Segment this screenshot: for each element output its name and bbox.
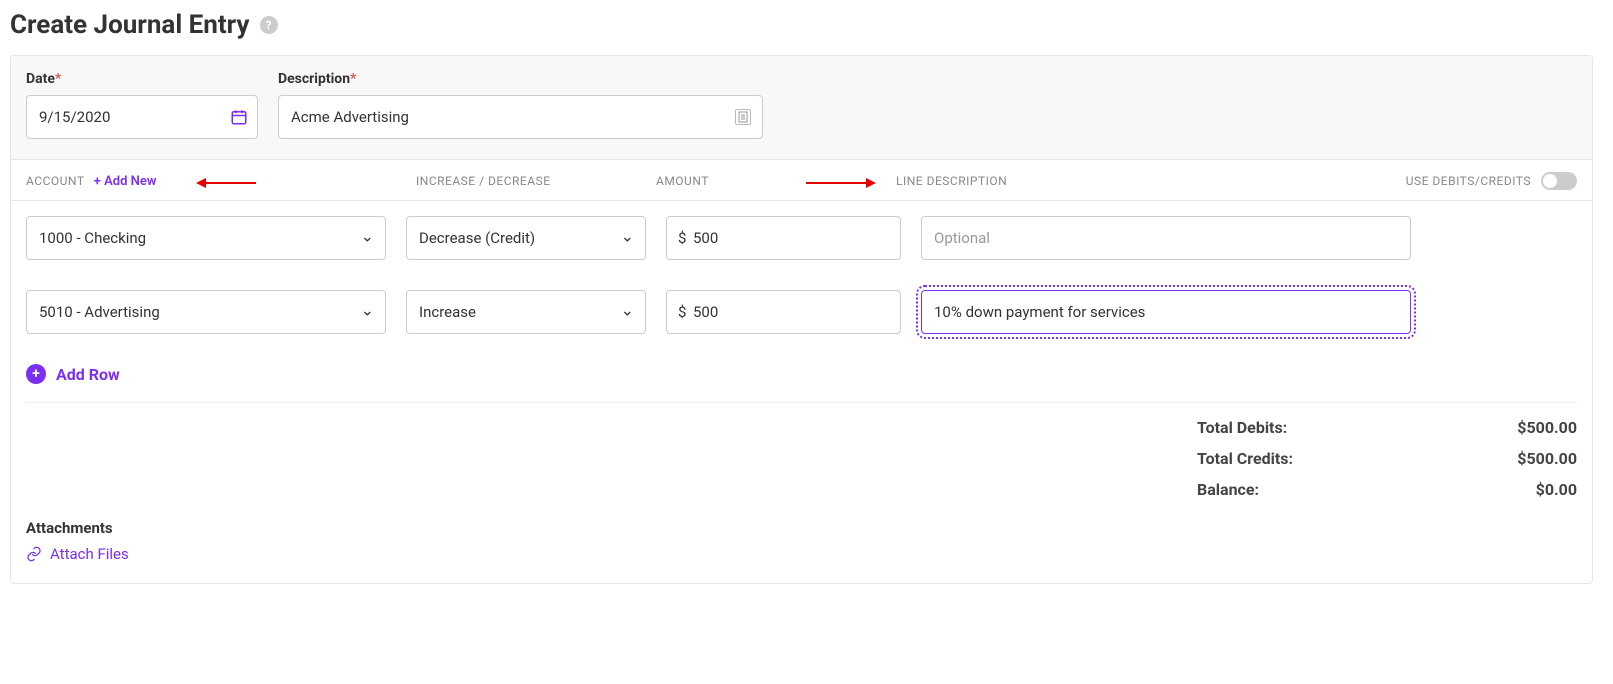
- incdec-header: INCREASE / DECREASE: [416, 174, 656, 188]
- account-select[interactable]: [26, 290, 386, 334]
- header-section: Date* Description*: [11, 56, 1592, 160]
- link-icon: [26, 546, 42, 562]
- dollar-icon: $: [678, 229, 686, 247]
- column-headers: ACCOUNT + Add New INCREASE / DECREASE AM…: [11, 160, 1592, 201]
- description-input-wrap: [278, 95, 763, 139]
- dollar-icon: $: [678, 303, 686, 321]
- debits-credits-toggle-wrap: USE DEBITS/CREDITS: [1357, 172, 1577, 190]
- annotation-arrow-icon: [196, 176, 256, 190]
- incdec-select[interactable]: [406, 290, 646, 334]
- account-select[interactable]: [26, 216, 386, 260]
- journal-card: Date* Description* ACCOUNT: [10, 55, 1593, 584]
- date-label: Date*: [26, 71, 258, 87]
- table-row: $: [26, 290, 1577, 334]
- entry-rows: $ $: [11, 201, 1592, 334]
- add-row-button[interactable]: + Add Row: [26, 364, 1577, 403]
- attachments-section: Attachments Attach Files: [11, 519, 1592, 583]
- account-header-text: ACCOUNT: [26, 174, 84, 188]
- linedesc-header-text: LINE DESCRIPTION: [896, 174, 1007, 188]
- balance-label: Balance:: [1197, 480, 1259, 499]
- page-title: Create Journal Entry ?: [10, 10, 1593, 40]
- debits-credits-label: USE DEBITS/CREDITS: [1406, 174, 1531, 188]
- balance-value: $0.00: [1536, 480, 1577, 499]
- help-icon[interactable]: ?: [260, 16, 278, 34]
- description-field-group: Description*: [278, 71, 763, 139]
- incdec-select-wrap: [406, 216, 646, 260]
- description-input[interactable]: [278, 95, 763, 139]
- attach-files-label: Attach Files: [50, 545, 129, 563]
- total-debits-row: Total Debits: $500.00: [1197, 418, 1577, 437]
- attach-files-link[interactable]: Attach Files: [26, 545, 1577, 563]
- note-icon: [735, 109, 751, 125]
- incdec-select-wrap: [406, 290, 646, 334]
- debits-credits-toggle[interactable]: [1541, 172, 1577, 190]
- date-label-text: Date: [26, 71, 55, 87]
- date-input-wrap: [26, 95, 258, 139]
- total-debits-value: $500.00: [1517, 418, 1577, 437]
- calendar-icon[interactable]: [230, 108, 248, 126]
- total-debits-label: Total Debits:: [1197, 418, 1287, 437]
- total-credits-value: $500.00: [1517, 449, 1577, 468]
- description-label-text: Description: [278, 71, 350, 87]
- date-input[interactable]: [26, 95, 258, 139]
- incdec-select[interactable]: [406, 216, 646, 260]
- account-select-wrap: [26, 216, 386, 260]
- required-marker: *: [55, 71, 61, 87]
- amount-input-wrap: $: [666, 290, 901, 334]
- totals-section: Total Debits: $500.00 Total Credits: $50…: [11, 418, 1592, 519]
- description-label: Description*: [278, 71, 763, 87]
- total-credits-label: Total Credits:: [1197, 449, 1293, 468]
- linedesc-header: LINE DESCRIPTION: [896, 174, 1357, 188]
- add-new-account-link[interactable]: + Add New: [94, 174, 157, 189]
- page-title-text: Create Journal Entry: [10, 10, 250, 40]
- account-header: ACCOUNT + Add New: [26, 174, 416, 189]
- balance-row: Balance: $0.00: [1197, 480, 1577, 499]
- account-select-wrap: [26, 290, 386, 334]
- total-credits-row: Total Credits: $500.00: [1197, 449, 1577, 468]
- required-marker: *: [350, 71, 356, 87]
- plus-icon: +: [26, 364, 46, 384]
- line-description-input[interactable]: [921, 290, 1411, 334]
- attachments-title: Attachments: [26, 519, 1577, 537]
- amount-input[interactable]: [666, 216, 901, 260]
- amount-input[interactable]: [666, 290, 901, 334]
- table-row: $: [26, 216, 1577, 260]
- date-field-group: Date*: [26, 71, 258, 139]
- amount-input-wrap: $: [666, 216, 901, 260]
- amount-header: AMOUNT: [656, 174, 896, 188]
- line-description-input[interactable]: [921, 216, 1411, 260]
- add-row-label: Add Row: [56, 365, 120, 384]
